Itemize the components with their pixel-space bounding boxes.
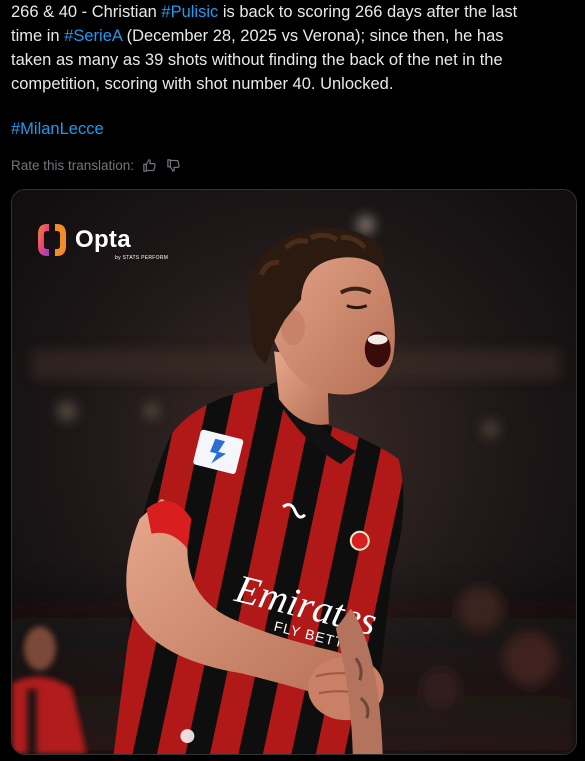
hashtag-milanlecce-link[interactable]: #MilanLecce [11,120,104,138]
tweet-line-2: time in #SerieA (December 28, 2025 vs Ve… [11,24,576,48]
thumbs-up-icon[interactable] [140,156,158,174]
tweet-text-segment: time in [11,27,65,45]
tweet-line-1: 266 & 40 - Christian #Pulisic is back to… [11,0,576,24]
tweet-line-3: taken as many as 39 shots without findin… [11,51,503,69]
hashtag-pulisic-link[interactable]: #Pulisic [161,3,218,21]
opta-logo-subtext: by STATS PERFORM [115,255,169,261]
tweet-text-segment: is back to scoring 266 days after the la… [218,3,518,21]
thumbs-down-icon[interactable] [164,156,182,174]
opta-logo-text: Opta [75,226,131,253]
tweet-post: 266 & 40 - Christian #Pulisic is back to… [0,0,585,761]
player-celebration-image: Emirates FLY BETTER [12,190,576,754]
rate-translation-label: Rate this translation: [11,157,135,173]
tweet-text: 266 & 40 - Christian #Pulisic is back to… [11,0,576,96]
hashtag-seriea-link[interactable]: #SerieA [64,27,122,45]
hashtag-line: #MilanLecce [11,117,104,141]
opta-logo-icon [38,224,66,256]
tweet-text-segment: (December 28, 2025 vs Verona); since the… [121,27,504,45]
tweet-line-4: competition, scoring with shot number 40… [11,75,394,93]
rate-translation-row: Rate this translation: [11,155,182,175]
opta-logo: Opta by STATS PERFORM [36,222,168,261]
tweet-text-segment: 266 & 40 - Christian [11,3,162,21]
tweet-media-photo[interactable]: Emirates FLY BETTER Opta by STATS PERFOR… [11,189,577,755]
